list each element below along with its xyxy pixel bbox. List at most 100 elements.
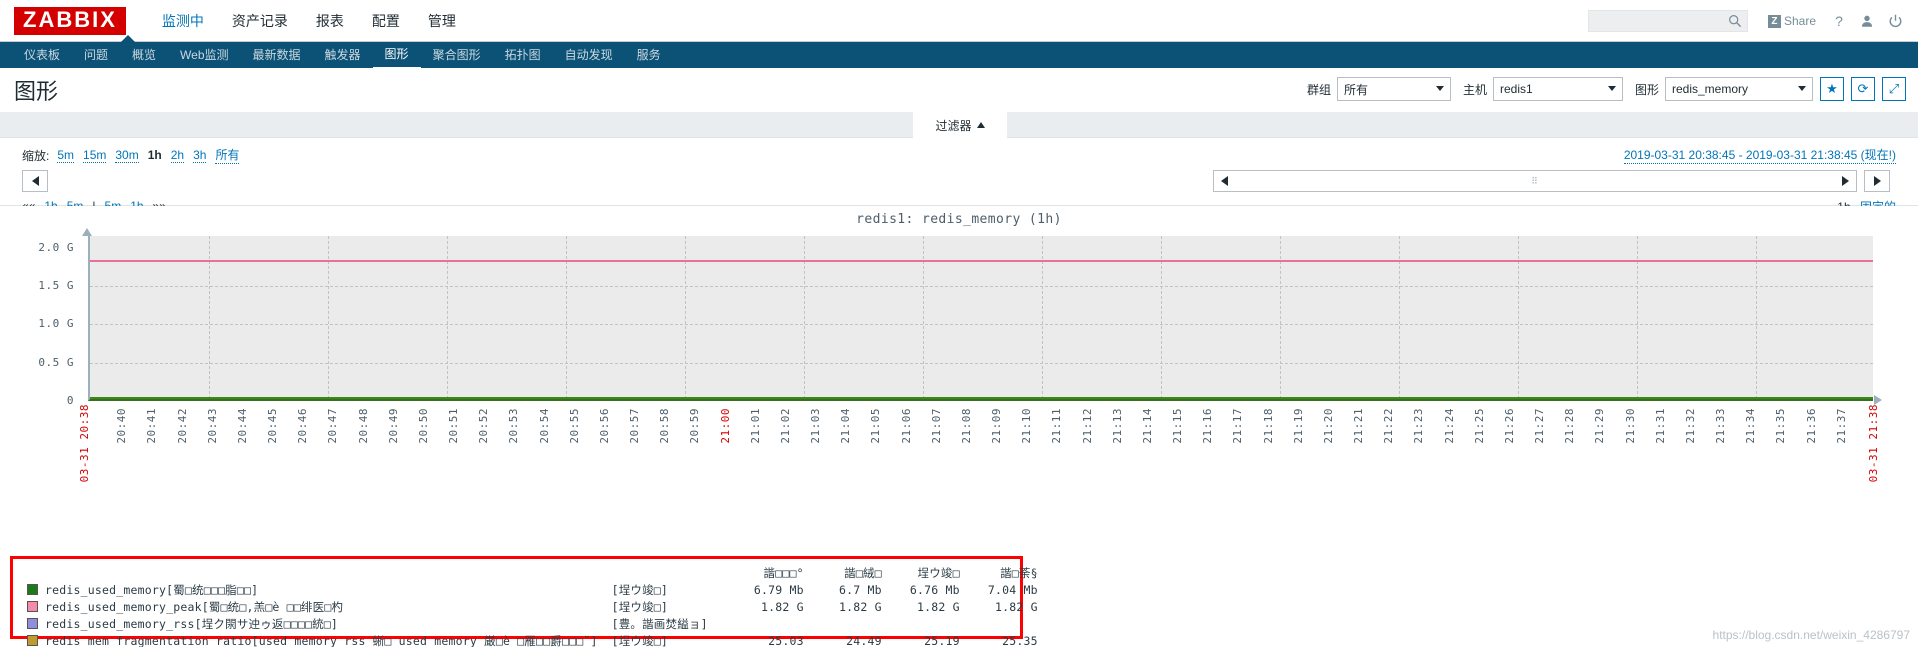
favorite-button[interactable]: ★ (1820, 77, 1844, 101)
legend-header-func (612, 565, 734, 582)
main-menu: 监测中 资产记录 报表 配置 管理 (148, 0, 470, 42)
power-icon[interactable] (1882, 8, 1908, 34)
legend-header-max: 埕ウ竣□ (917, 566, 960, 580)
legend-value-avg: 6.7 Mb (838, 583, 882, 597)
main-menu-item-configuration[interactable]: 配置 (358, 0, 414, 42)
page-root: ZABBIX 监测中 资产记录 报表 配置 管理 Z Share ? 仪表板 问… (0, 0, 1918, 647)
legend-item-used-memory: redis_used_memory[蜀□统□□□脂□□] (27, 582, 612, 599)
graph-container: redis1: redis_memory (1h) 2.0 G 1.5 G 1.0 … (0, 206, 1918, 536)
x-axis-tick-label: 21:19 (1291, 408, 1305, 444)
legend-header-avg: 諧□絨□ (844, 566, 882, 580)
horizontal-gridline (90, 285, 1873, 287)
time-scroll-left-button[interactable] (22, 170, 48, 192)
subnav-item-dashboard[interactable]: 仪表板 (12, 42, 72, 68)
search-input[interactable] (1588, 11, 1723, 31)
x-axis-tick-label: 21:12 (1080, 408, 1094, 444)
graph-select-value: redis_memory (1672, 82, 1749, 96)
x-axis-tick-label: 21:37 (1834, 408, 1848, 444)
subnav-item-services[interactable]: 服务 (625, 42, 673, 68)
legend-value-avg: 1.82 G (838, 600, 882, 614)
watermark: https://blog.csdn.net/weixin_4286797 (1712, 628, 1910, 642)
legend-row: redis_mem_fragmentation_ratio[used_memor… (27, 633, 1046, 647)
y-axis-tick-label: 1.0 G (38, 317, 74, 331)
slider-grip-icon[interactable]: ⠿ (1531, 176, 1539, 187)
time-slider-track[interactable]: ⠿ (1213, 170, 1857, 192)
filter-tab-label: 过滤器 (935, 118, 972, 133)
subnav-item-screens[interactable]: 聚合图形 (421, 42, 493, 68)
search-box[interactable] (1587, 10, 1748, 32)
zoom-option-all[interactable]: 所有 (215, 146, 240, 164)
top-header: ZABBIX 监测中 资产记录 报表 配置 管理 Z Share ? (0, 0, 1918, 42)
x-axis-tick-label: 21:01 (748, 408, 762, 444)
zoom-option-3h[interactable]: 3h (193, 148, 207, 163)
x-axis-tick-label: 21:27 (1533, 408, 1547, 444)
legend-item-label: redis_used_memory_peak[蜀□统□,羔□è □□绯医□杓 (45, 600, 344, 614)
x-axis-tick-label: 21:13 (1110, 408, 1124, 444)
main-menu-item-reports[interactable]: 报表 (302, 0, 358, 42)
time-scroll-right-button[interactable] (1864, 170, 1890, 192)
legend-func: [埕ウ竣□] (611, 634, 669, 647)
zoom-option-2h[interactable]: 2h (170, 148, 185, 163)
legend-color-swatch (27, 618, 38, 629)
zabbix-logo[interactable]: ZABBIX (14, 6, 126, 35)
subnav-item-latest-data[interactable]: 最新数据 (241, 42, 313, 68)
subnav-item-overview[interactable]: 概览 (120, 42, 168, 68)
x-axis-tick-label: 21:33 (1714, 408, 1728, 444)
subnav-item-web[interactable]: Web监测 (168, 42, 240, 68)
x-axis-tick-label: 20:46 (296, 408, 310, 444)
x-axis-tick-label: 21:16 (1201, 408, 1215, 444)
refresh-button[interactable]: ⟳ (1851, 77, 1875, 101)
subnav-item-maps[interactable]: 拓扑图 (493, 42, 553, 68)
x-axis-tick-label: 21:36 (1804, 408, 1818, 444)
graph-label: 图形 (1634, 82, 1659, 97)
expand-icon: ⤢ (1888, 81, 1900, 96)
help-icon[interactable]: ? (1826, 8, 1852, 34)
main-menu-item-administration[interactable]: 管理 (414, 0, 470, 42)
main-menu-item-monitoring[interactable]: 监测中 (148, 0, 218, 42)
active-menu-arrow-icon (120, 35, 136, 43)
fullscreen-button[interactable]: ⤢ (1882, 77, 1906, 101)
subnav-item-graphs[interactable]: 图形 (372, 41, 421, 69)
search-icon[interactable] (1728, 14, 1742, 28)
x-axis-tick-label: 20:48 (356, 408, 370, 444)
share-label: Share (1783, 14, 1816, 28)
slider-left-arrow-icon[interactable] (1221, 176, 1228, 186)
x-axis-tick-label: 20:58 (658, 408, 672, 444)
zoom-option-30m[interactable]: 30m (115, 148, 139, 163)
date-range-label[interactable]: 2019-03-31 20:38:45 - 2019-03-31 21:38:4… (1623, 146, 1896, 164)
user-icon[interactable] (1854, 8, 1880, 34)
zoom-option-15m[interactable]: 15m (83, 148, 107, 163)
x-axis-tick-label: 21:21 (1352, 408, 1366, 444)
x-axis-tick-label: 21:18 (1261, 408, 1275, 444)
zoom-option-1h[interactable]: 1h (148, 148, 162, 162)
group-select[interactable]: 所有 (1336, 77, 1451, 101)
filter-tab-bar: 过滤器 (0, 112, 1918, 138)
legend-color-swatch (27, 635, 38, 646)
x-axis-tick-label: 21:04 (839, 408, 853, 444)
legend-table: 諧□□□° 諧□絨□ 埕ウ竣□ 諧□荼§ redis_used_memory[蜀… (27, 565, 1046, 647)
host-select[interactable]: redis1 (1492, 77, 1623, 101)
zoom-option-5m[interactable]: 5m (57, 148, 75, 163)
x-axis-tick-label: 20:52 (477, 408, 491, 444)
subnav-item-discovery[interactable]: 自动发现 (553, 42, 625, 68)
subnav-item-problems[interactable]: 问题 (72, 42, 120, 68)
share-button[interactable]: Z Share (1760, 12, 1824, 30)
group-label: 群组 (1306, 82, 1331, 97)
filter-tab[interactable]: 过滤器 (913, 112, 1007, 138)
slider-right-arrow-icon[interactable] (1842, 176, 1849, 186)
x-axis-tick-label: 21:24 (1442, 408, 1456, 444)
legend-value-last: 1.82 G (994, 600, 1038, 614)
horizontal-gridline (90, 324, 1873, 326)
host-select-value: redis1 (1499, 82, 1533, 96)
graph-select[interactable]: redis_memory (1665, 77, 1813, 101)
subnav-item-triggers[interactable]: 触发器 (313, 42, 373, 68)
main-menu-item-inventory[interactable]: 资产记录 (218, 0, 302, 42)
x-axis-tick-label: 21:11 (1050, 408, 1064, 444)
legend-value-last: 25.35 (1002, 634, 1038, 647)
legend-header-row: 諧□□□° 諧□絨□ 埕ウ竣□ 諧□荼§ (27, 565, 1046, 582)
x-axis-tick-label: 21:28 (1563, 408, 1577, 444)
time-slider-row: ⠿ (22, 170, 1896, 192)
legend-func: [埕ウ竣□] (611, 600, 669, 614)
x-axis-tick-label: 21:32 (1683, 408, 1697, 444)
x-axis-tick-label: 21:20 (1321, 408, 1335, 444)
